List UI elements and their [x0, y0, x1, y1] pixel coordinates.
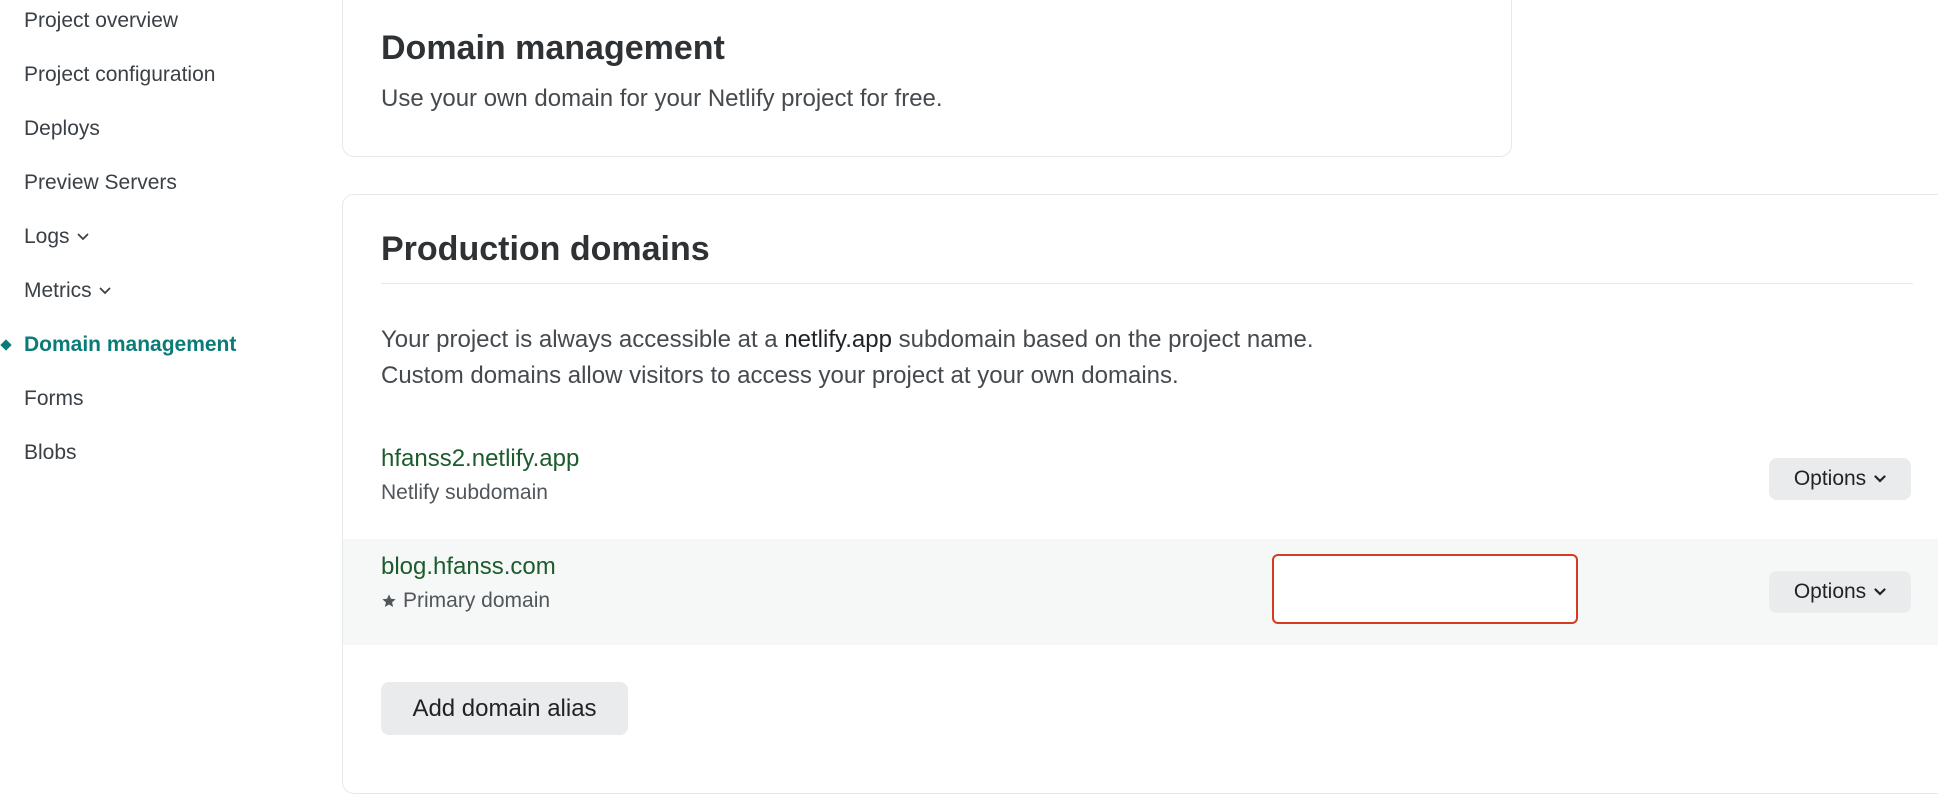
sidebar-nav: Project overview Project configuration D… — [0, 0, 340, 747]
sidebar-item-label: Blobs — [24, 441, 77, 464]
sidebar-item-label: Project overview — [24, 9, 179, 32]
sidebar-item-domain-management[interactable]: Domain management — [0, 327, 237, 363]
sidebar-item-label: Forms — [24, 387, 84, 410]
chevron-down-icon — [99, 287, 111, 295]
sidebar-item-label: Logs — [24, 225, 70, 248]
sidebar-item-preview-servers[interactable]: Preview Servers — [24, 165, 177, 201]
add-domain-alias-button[interactable]: Add domain alias — [381, 682, 628, 735]
sidebar-item-project-overview[interactable]: Project overview — [24, 3, 178, 39]
sidebar-item-project-configuration[interactable]: Project configuration — [24, 57, 215, 93]
netlify-app-code: netlify.app — [784, 326, 892, 353]
options-button[interactable]: Options — [1769, 458, 1911, 500]
sidebar-item-label: Preview Servers — [24, 171, 177, 194]
section-divider — [381, 283, 1913, 284]
production-domains-card: Production domains Your project is alway… — [342, 194, 1938, 794]
sidebar-item-label: Project configuration — [24, 63, 216, 86]
sidebar-item-logs[interactable]: Logs — [24, 219, 89, 255]
star-icon — [381, 593, 397, 609]
domain-type-label: Primary domain — [381, 589, 550, 613]
domain-link[interactable]: blog.hfanss.com — [381, 553, 556, 581]
sidebar-item-blobs[interactable]: Blobs — [24, 435, 77, 471]
highlight-annotation-box — [1272, 554, 1578, 624]
active-indicator-icon — [0, 339, 12, 351]
domain-link[interactable]: hfanss2.netlify.app — [381, 445, 579, 473]
chevron-down-icon — [1874, 588, 1886, 596]
description-line-1: Your project is always accessible at a n… — [381, 326, 1314, 353]
sidebar-item-forms[interactable]: Forms — [24, 381, 84, 417]
description-line-2: Custom domains allow visitors to access … — [381, 362, 1179, 389]
domain-management-title: Domain management — [381, 29, 725, 67]
sidebar-item-deploys[interactable]: Deploys — [24, 111, 100, 147]
chevron-down-icon — [1874, 475, 1886, 483]
sidebar-item-label: Metrics — [24, 279, 92, 302]
sidebar-item-metrics[interactable]: Metrics — [24, 273, 111, 309]
production-domains-description: Your project is always accessible at a n… — [381, 322, 1314, 394]
options-button[interactable]: Options — [1769, 571, 1911, 613]
domain-row: hfanss2.netlify.app Netlify subdomain Op… — [343, 441, 1938, 547]
domain-management-subtitle: Use your own domain for your Netlify pro… — [381, 85, 943, 112]
domain-row: blog.hfanss.com Primary domain Options — [343, 539, 1938, 645]
chevron-down-icon — [77, 233, 89, 241]
sidebar-item-label: Deploys — [24, 117, 100, 140]
domain-type-label: Netlify subdomain — [381, 481, 548, 504]
sidebar-item-label: Domain management — [24, 333, 237, 356]
domain-management-card: Domain management Use your own domain fo… — [342, 0, 1512, 157]
production-domains-title: Production domains — [381, 230, 710, 268]
